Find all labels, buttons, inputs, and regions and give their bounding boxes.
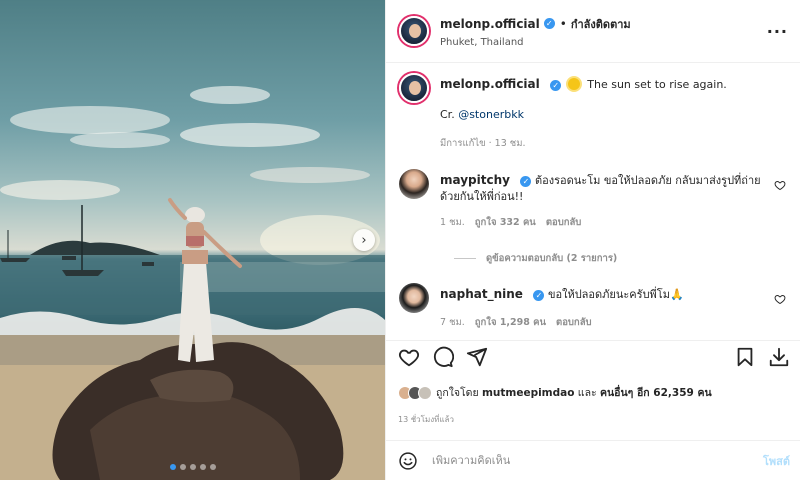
liked-by-prefix: ถูกใจโดย	[436, 387, 479, 399]
download-button[interactable]	[768, 346, 790, 368]
commenter-username[interactable]: naphat_nine	[440, 287, 523, 301]
caption-credit: Cr.	[440, 108, 455, 121]
verified-badge-icon: ✓	[543, 18, 555, 29]
liker-avatar	[418, 385, 432, 400]
emoji-icon[interactable]	[398, 451, 418, 471]
comment-icon	[433, 346, 455, 367]
comment-item: naphat_nine ✓ ขอให้ปลอดภัยนะครับพี่โม🙏 7…	[399, 283, 788, 331]
caption-meta: มีการแก้ไข · 13 ชม.	[440, 138, 526, 149]
download-icon	[769, 347, 789, 366]
comment-item: maypitchy ✓ ต้องรอดนะโม ขอให้ปลอดภัย กลั…	[399, 169, 788, 231]
carousel-dot	[189, 464, 196, 470]
carousel-dots	[169, 464, 216, 470]
action-bar	[386, 340, 800, 372]
verified-badge-icon: ✓	[550, 80, 562, 91]
comment-composer: โพสต์	[386, 440, 800, 480]
like-button[interactable]	[398, 346, 420, 368]
commenter-avatar[interactable]	[399, 283, 429, 313]
likes-summary[interactable]: ถูกใจโดย mutmeepimdao และ คนอื่นๆ อีก 62…	[398, 384, 712, 401]
reply-button[interactable]: ตอบกลับ	[556, 315, 592, 331]
verified-badge-icon: ✓	[533, 290, 545, 301]
comment-text: ขอให้ปลอดภัยนะครับพี่โม🙏	[547, 288, 684, 301]
caption-text: The sun set to rise again.	[587, 78, 727, 91]
chevron-right-icon: ›	[361, 232, 367, 248]
author-avatar[interactable]	[399, 16, 429, 46]
comments-section: melonp.official ✓ The sun set to rise ag…	[386, 64, 800, 339]
caption-username[interactable]: melonp.official	[440, 77, 540, 91]
reply-button[interactable]: ตอบกลับ	[546, 215, 582, 231]
following-button[interactable]: กำลังติดตาม	[571, 15, 631, 33]
heart-icon	[398, 349, 420, 366]
caption: melonp.official ✓ The sun set to rise ag…	[399, 73, 788, 152]
post-photo[interactable]: ›	[0, 0, 385, 480]
caption-author-avatar[interactable]	[399, 73, 429, 103]
carousel-dot	[209, 464, 216, 470]
comment-button[interactable]	[432, 346, 455, 368]
view-replies-button[interactable]: ดูข้อความตอบกลับ (2 รายการ)	[454, 251, 788, 266]
like-comment-icon[interactable]	[774, 293, 786, 305]
carousel-dot	[179, 464, 186, 470]
comment-likes[interactable]: ถูกใจ 1,298 คน	[475, 315, 546, 331]
comment-likes[interactable]: ถูกใจ 332 คน	[475, 215, 536, 231]
liked-by-user[interactable]: mutmeepimdao	[482, 387, 575, 399]
liked-by-conj: และ	[577, 387, 597, 399]
location-link[interactable]: Phuket, Thailand	[440, 37, 767, 48]
save-button[interactable]	[734, 346, 756, 368]
commenter-avatar[interactable]	[399, 169, 429, 199]
post-viewer: › melonp.official ✓ • กำลังติดตาม Phuket…	[0, 0, 800, 480]
comment-time: 7 ชม.	[440, 317, 465, 328]
post-details-panel: melonp.official ✓ • กำลังติดตาม Phuket, …	[385, 0, 800, 480]
liked-by-others[interactable]: คนอื่นๆ อีก 62,359 คน	[600, 387, 712, 399]
replies-divider	[454, 258, 476, 259]
bookmark-icon	[737, 347, 753, 366]
more-options-icon[interactable]: ···	[767, 22, 788, 41]
commenter-username[interactable]: maypitchy	[440, 173, 510, 187]
send-icon	[466, 347, 488, 366]
carousel-dot	[169, 464, 176, 470]
sun-emoji-icon	[567, 78, 580, 90]
separator-dot: •	[559, 16, 567, 31]
post-header: melonp.official ✓ • กำลังติดตาม Phuket, …	[386, 0, 800, 63]
verified-badge-icon: ✓	[520, 176, 532, 187]
comment-input[interactable]	[432, 454, 763, 467]
post-comment-button[interactable]: โพสต์	[763, 452, 790, 470]
share-button[interactable]	[466, 346, 488, 368]
post-timestamp[interactable]: 13 ชั่วโมงที่แล้ว	[398, 413, 454, 426]
mention-link[interactable]: @stonerbkk	[458, 108, 524, 121]
author-username[interactable]: melonp.official	[440, 17, 540, 31]
beach-photo-illustration	[0, 86, 385, 480]
like-comment-icon[interactable]	[774, 179, 786, 191]
next-photo-button[interactable]: ›	[353, 229, 375, 251]
view-replies-label: ดูข้อความตอบกลับ (2 รายการ)	[486, 253, 618, 264]
carousel-dot	[199, 464, 206, 470]
comment-time: 1 ชม.	[440, 217, 465, 228]
